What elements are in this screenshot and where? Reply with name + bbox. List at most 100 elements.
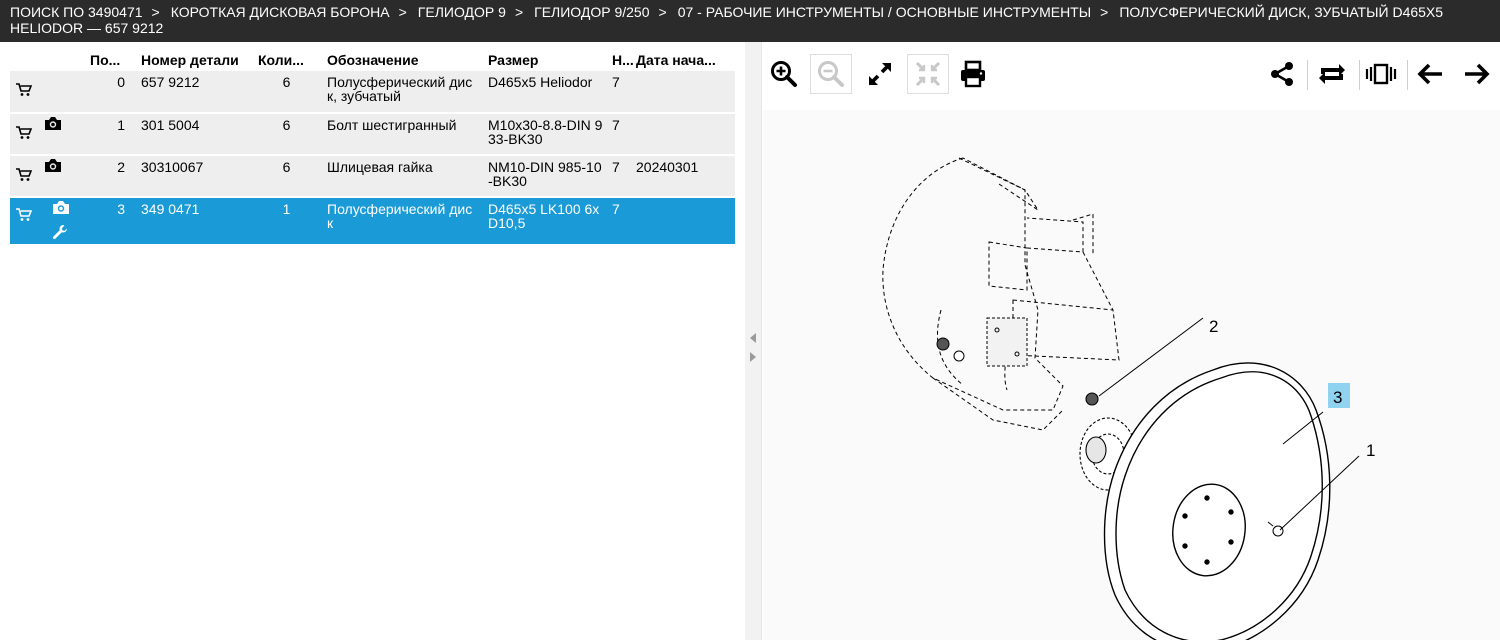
table-row-selected[interactable]: 3 349 0471 1 Полусферический диск D465x5…	[10, 197, 735, 246]
breadcrumb-separator: >	[658, 4, 667, 20]
header-position[interactable]: По...	[90, 49, 135, 71]
refresh-button[interactable]	[1311, 54, 1353, 94]
start-date-cell	[634, 113, 735, 156]
flange-bracket	[986, 317, 1028, 367]
disc	[1103, 362, 1331, 640]
n-cell: 7	[610, 197, 634, 246]
toolbar-divider	[1307, 60, 1308, 90]
breadcrumb: ПОИСК ПО 3490471 > КОРОТКАЯ ДИСКОВАЯ БОРОН…	[0, 0, 1500, 42]
table-row[interactable]: 0 657 9212 6 Полусферический диск, зубча…	[10, 71, 735, 114]
media-cell	[40, 71, 90, 114]
cart-cell[interactable]	[10, 113, 40, 156]
table-row[interactable]: 1 301 5004 6 Болт шестигранный M10x30-8.…	[10, 113, 735, 156]
breadcrumb-separator: >	[1100, 4, 1109, 20]
media-cell	[40, 197, 90, 246]
cart-icon[interactable]	[16, 208, 32, 222]
n-cell: 7	[610, 155, 634, 198]
part-number-cell: 30310067	[135, 155, 252, 198]
header-designation[interactable]: Обозначение	[321, 49, 482, 71]
expand-button[interactable]	[859, 54, 901, 94]
size-cell: D465x5 LK100 6xD10,5	[482, 197, 610, 246]
header-media	[40, 49, 90, 71]
breadcrumb-item-search[interactable]: ПОИСК ПО 3490471	[10, 4, 143, 20]
zoom-in-icon	[771, 61, 797, 87]
callout-3[interactable]: 3	[1333, 388, 1342, 407]
part-number-cell: 301 5004	[135, 113, 252, 156]
breadcrumb-item-group[interactable]: 07 - РАБОЧИЕ ИНСТРУМЕНТЫ / ОСНОВНЫЕ ИНСТ…	[678, 4, 1091, 20]
part-number-cell: 657 9212	[135, 71, 252, 114]
cart-icon[interactable]	[16, 126, 32, 140]
carousel-icon	[1365, 63, 1397, 85]
quantity-cell: 6	[252, 113, 321, 156]
camera-icon[interactable]	[52, 200, 70, 215]
collapse-left-icon[interactable]	[748, 332, 758, 344]
header-cart	[10, 49, 40, 71]
position-cell: 2	[90, 155, 135, 198]
cart-cell[interactable]	[10, 155, 40, 198]
print-button[interactable]	[952, 54, 994, 94]
size-cell: M10x30-8.8-DIN 933-BK30	[482, 113, 610, 156]
cart-cell[interactable]	[10, 71, 40, 114]
print-icon	[961, 60, 985, 88]
header-quantity[interactable]: Коли...	[252, 49, 321, 71]
parts-diagram[interactable]: 2 3 1	[763, 110, 1500, 640]
drawing-panel: 2 3 1	[763, 42, 1500, 640]
camera-icon[interactable]	[44, 158, 62, 173]
designation-cell: Болт шестигранный	[321, 113, 482, 156]
cart-icon[interactable]	[16, 83, 32, 97]
breadcrumb-item-variant[interactable]: ГЕЛИОДОР 9/250	[534, 4, 649, 20]
header-part-number[interactable]: Номер детали	[135, 49, 252, 71]
previous-button[interactable]	[1409, 54, 1451, 94]
start-date-cell: 20240301	[634, 155, 735, 198]
viewer-toolbar	[763, 42, 1500, 110]
breadcrumb-separator: >	[151, 4, 160, 20]
expand-icon	[869, 63, 891, 85]
parts-table: По... Номер детали Коли... Обозначение Р…	[10, 49, 735, 246]
nut-detail	[936, 337, 965, 362]
callout-2[interactable]: 2	[1209, 317, 1218, 336]
start-date-cell	[634, 197, 735, 246]
wrench-icon[interactable]	[52, 224, 68, 240]
exploded-view-drawing[interactable]: 2 3 1	[763, 110, 1500, 640]
callout-1[interactable]: 1	[1366, 441, 1375, 460]
header-n[interactable]: Н...	[610, 49, 634, 71]
position-cell: 3	[90, 197, 135, 246]
panel-splitter[interactable]	[745, 42, 762, 640]
media-cell	[40, 113, 90, 156]
position-cell: 1	[90, 113, 135, 156]
n-cell: 7	[610, 113, 634, 156]
quantity-cell: 1	[252, 197, 321, 246]
parts-list-panel: По... Номер детали Коли... Обозначение Р…	[0, 42, 745, 640]
collapse-right-icon[interactable]	[748, 351, 758, 363]
part-number-cell: 349 0471	[135, 197, 252, 246]
breadcrumb-separator: >	[398, 4, 407, 20]
toolbar-divider	[1407, 60, 1408, 90]
quantity-cell: 6	[252, 155, 321, 198]
header-size[interactable]: Размер	[482, 49, 610, 71]
n-cell: 7	[610, 71, 634, 114]
fit-button[interactable]	[907, 54, 949, 94]
designation-cell: Полусферический диск, зубчатый	[321, 71, 482, 114]
breadcrumb-item-category[interactable]: КОРОТКАЯ ДИСКОВАЯ БОРОНА	[171, 4, 390, 20]
quantity-cell: 6	[252, 71, 321, 114]
breadcrumb-item-model[interactable]: ГЕЛИОДОР 9	[418, 4, 506, 20]
breadcrumb-separator: >	[514, 4, 524, 20]
next-button[interactable]	[1456, 54, 1498, 94]
start-date-cell	[634, 71, 735, 114]
header-start-date[interactable]: Дата нача...	[634, 49, 735, 71]
zoom-in-button[interactable]	[763, 54, 805, 94]
media-cell	[40, 155, 90, 198]
camera-icon[interactable]	[44, 116, 62, 131]
zoom-out-icon	[818, 61, 844, 87]
table-header-row: По... Номер детали Коли... Обозначение Р…	[10, 49, 735, 71]
share-button[interactable]	[1261, 54, 1303, 94]
carousel-button[interactable]	[1360, 54, 1402, 94]
cart-icon[interactable]	[16, 168, 32, 182]
share-icon	[1271, 62, 1293, 86]
fit-icon	[915, 61, 941, 87]
arrow-left-icon	[1417, 63, 1442, 85]
zoom-out-button[interactable]	[810, 54, 852, 94]
table-row[interactable]: 2 30310067 6 Шлицевая гайка NM10-DIN 985…	[10, 155, 735, 198]
cart-cell[interactable]	[10, 197, 40, 246]
designation-cell: Шлицевая гайка	[321, 155, 482, 198]
